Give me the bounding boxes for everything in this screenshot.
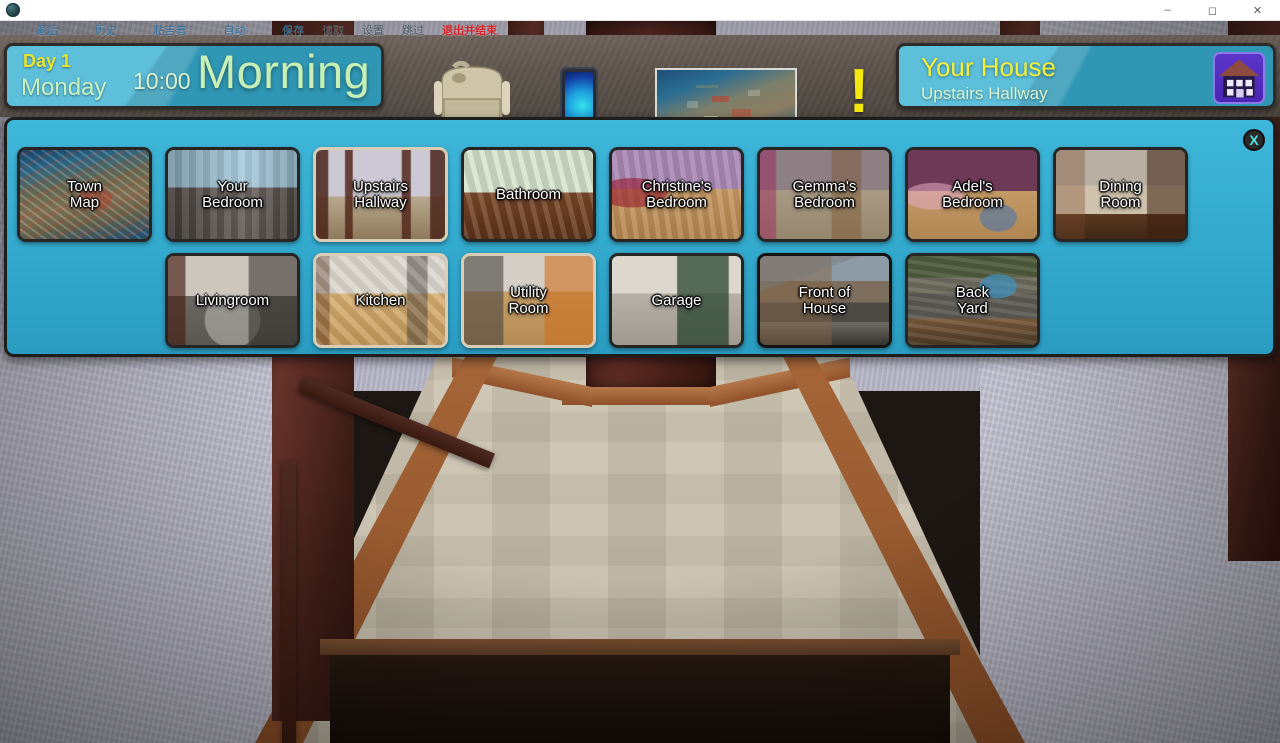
quick-menu-item-load[interactable]: 读取	[322, 22, 344, 38]
clock-label: 10:00	[133, 68, 191, 94]
travel-tile-thumbnail	[612, 150, 741, 239]
travel-tile[interactable]: Upstairs Hallway	[313, 147, 448, 242]
quick-menu-item-back[interactable]: 退后	[36, 22, 58, 38]
day-label: Day 1	[23, 51, 72, 71]
travel-tile-thumbnail	[1056, 150, 1185, 239]
travel-tile-thumbnail	[760, 150, 889, 239]
house-icon[interactable]	[1213, 52, 1265, 104]
quick-menu-item-quit[interactable]: 退出并结束	[442, 22, 497, 38]
house-glyph	[1218, 59, 1260, 98]
stair-newel-post	[282, 461, 296, 743]
quick-menu-separator: /	[132, 24, 136, 35]
travel-tile[interactable]: Back Yard	[905, 253, 1040, 348]
travel-tile-thumbnail	[168, 150, 297, 239]
travel-tile[interactable]: Adel's Bedroom	[905, 147, 1040, 242]
row-spacer	[17, 253, 165, 254]
location-title: Your House	[921, 52, 1056, 82]
travel-tile-thumbnail	[908, 256, 1037, 345]
backpack-icon[interactable]	[428, 60, 516, 125]
travel-tile-thumbnail	[760, 256, 889, 345]
game-viewport: 退后 / 历史 / 粘吉普 / 自动 / 保存 读取 设置 跳过 退出并结束 D…	[0, 21, 1280, 743]
stair-nose	[320, 639, 960, 655]
minimize-button[interactable]: –	[1145, 0, 1190, 21]
travel-tile[interactable]: Bathroom	[461, 147, 596, 242]
maximize-button[interactable]: ◻	[1190, 0, 1235, 21]
close-icon[interactable]: X	[1243, 129, 1265, 151]
travel-menu-panel: X Town Map Your Bedroom Upstairs Hallway Bathr…	[4, 117, 1276, 357]
travel-tile[interactable]: Christine's Bedroom	[609, 147, 744, 242]
quick-menu-item-skip[interactable]: 粘吉普	[154, 22, 187, 38]
travel-tile[interactable]: Dining Room	[1053, 147, 1188, 242]
travel-tile[interactable]: Your Bedroom	[165, 147, 300, 242]
app-icon	[6, 3, 20, 17]
quick-menu-separator: /	[261, 24, 265, 35]
travel-tile[interactable]: Front of House	[757, 253, 892, 348]
travel-row-upstairs: Town Map Your Bedroom Upstairs Hallway Bathroo…	[17, 147, 1201, 242]
quick-menu-separator: /	[202, 24, 206, 35]
close-button[interactable]: ✕	[1235, 0, 1280, 21]
time-of-day-label: Morning	[197, 45, 371, 98]
quick-menu-item-history[interactable]: 历史	[95, 22, 117, 38]
travel-tile[interactable]: Garage	[609, 253, 744, 348]
day-time-panel[interactable]: Day 1 Monday 10:00 Morning	[4, 43, 384, 109]
quick-menu-item-auto[interactable]: 自动	[223, 22, 245, 38]
travel-tile-thumbnail	[464, 150, 593, 239]
travel-tile-thumbnail	[612, 256, 741, 345]
quick-menu-separator: /	[74, 24, 77, 35]
travel-tile-thumbnail	[168, 256, 297, 345]
travel-tile-thumbnail	[20, 150, 149, 239]
hud-bar: Day 1 Monday 10:00 Morning ! Your House …	[0, 35, 1280, 140]
travel-tile-thumbnail	[316, 150, 445, 239]
travel-tile[interactable]: Livingroom	[165, 253, 300, 348]
quick-menu: 退后 / 历史 / 粘吉普 / 自动 / 保存 读取 设置 跳过 退出并结束	[0, 21, 1280, 38]
backpack-glyph	[434, 60, 510, 124]
travel-tile-thumbnail	[316, 256, 445, 345]
travel-row-downstairs: Livingroom Kitchen Utility Room Garage Front …	[17, 253, 1053, 348]
location-subtitle: Upstairs Hallway	[921, 84, 1048, 103]
travel-tile[interactable]: Town Map	[17, 147, 152, 242]
quick-menu-item-settings[interactable]: 设置	[362, 22, 384, 38]
game-window: – ◻ ✕ 退后 / 历史 / 粘吉普 / 自动 / 保存 读取 设置 跳过 退…	[0, 0, 1280, 743]
exclamation-icon[interactable]: !	[842, 59, 876, 125]
location-panel[interactable]: Your House Upstairs Hallway	[896, 43, 1276, 109]
travel-tile-thumbnail	[464, 256, 593, 345]
travel-tile[interactable]: Gemma's Bedroom	[757, 147, 892, 242]
travel-tile[interactable]: Utility Room	[461, 253, 596, 348]
window-controls: – ◻ ✕	[1145, 0, 1280, 21]
quick-menu-item-jump[interactable]: 跳过	[402, 22, 424, 38]
window-titlebar: – ◻ ✕	[0, 0, 1280, 21]
travel-tile-thumbnail	[908, 150, 1037, 239]
stair-landing[interactable]	[330, 648, 950, 743]
weekday-label: Monday	[21, 74, 107, 101]
travel-tile[interactable]: Kitchen	[313, 253, 448, 348]
quick-menu-item-save[interactable]: 保存	[282, 22, 304, 38]
